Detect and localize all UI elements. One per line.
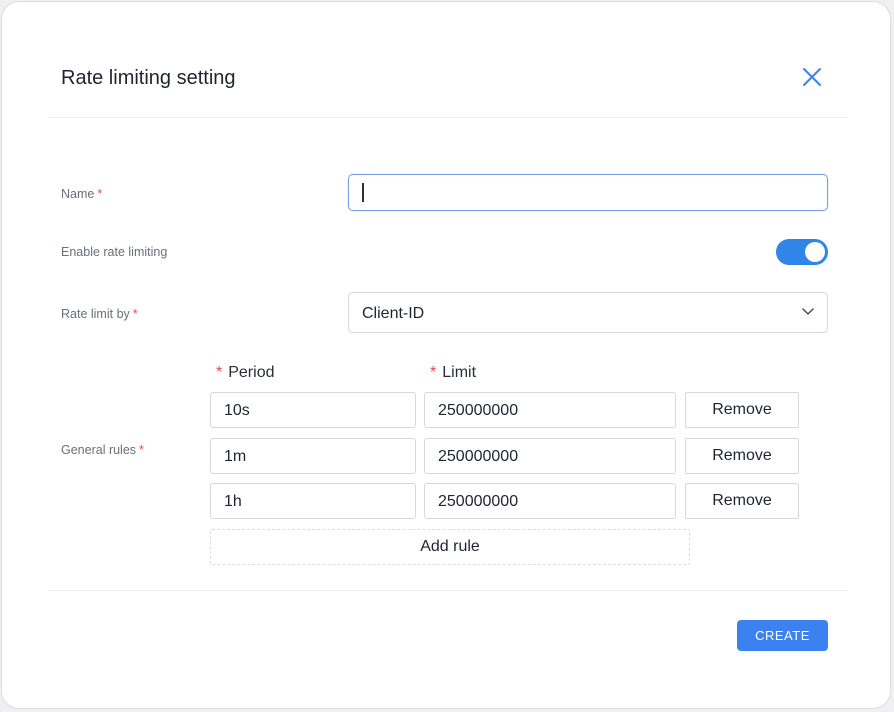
toggle-knob	[805, 242, 825, 262]
rate-limiting-dialog: Rate limiting setting Name * Enable rate …	[1, 1, 891, 709]
period-value: 1h	[224, 493, 242, 510]
add-rule-button[interactable]: Add rule	[210, 529, 690, 565]
period-value: 1m	[224, 448, 247, 465]
limit-input[interactable]: 250000000	[424, 483, 676, 519]
chevron-down-icon	[802, 308, 814, 315]
period-value: 10s	[224, 402, 250, 419]
remove-rule-button[interactable]: Remove	[685, 483, 799, 519]
limit-value: 250000000	[438, 402, 519, 419]
limit-value: 250000000	[438, 493, 519, 510]
limit-value: 250000000	[438, 448, 519, 465]
enable-rate-limiting-label: Enable rate limiting	[61, 245, 168, 259]
rate-limit-by-value: Client-ID	[362, 305, 425, 322]
remove-rule-button[interactable]: Remove	[685, 392, 799, 428]
rate-limit-by-select[interactable]: Client-ID	[348, 292, 828, 333]
close-icon	[803, 68, 821, 86]
period-input[interactable]: 10s	[210, 392, 416, 428]
name-input[interactable]	[348, 174, 828, 211]
text-caret	[362, 183, 364, 202]
rate-limit-by-label: Rate limit by *	[61, 307, 138, 321]
period-column-header: * Period	[216, 364, 275, 381]
limit-input[interactable]: 250000000	[424, 392, 676, 428]
header-divider	[48, 117, 848, 118]
period-input[interactable]: 1h	[210, 483, 416, 519]
limit-column-header: * Limit	[430, 364, 477, 381]
period-input[interactable]: 1m	[210, 438, 416, 474]
limit-input[interactable]: 250000000	[424, 438, 676, 474]
enable-rate-limiting-toggle[interactable]	[776, 239, 828, 265]
create-button[interactable]: CREATE	[737, 620, 828, 651]
dialog-title: Rate limiting setting	[61, 67, 236, 89]
name-label: Name *	[61, 187, 103, 201]
remove-rule-button[interactable]: Remove	[685, 438, 799, 474]
footer-divider	[48, 590, 848, 591]
close-button[interactable]	[797, 62, 827, 92]
general-rules-label: General rules *	[61, 443, 144, 457]
